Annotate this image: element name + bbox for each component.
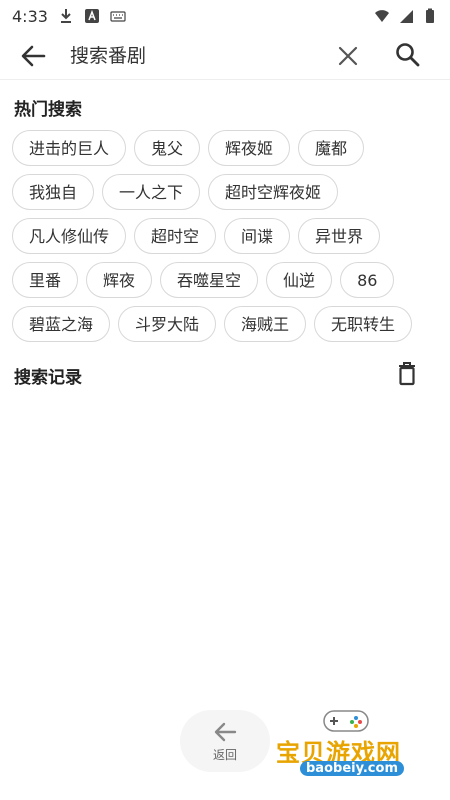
hot-search-tag[interactable]: 吞噬星空 bbox=[160, 262, 259, 298]
hot-search-tag[interactable]: 魔都 bbox=[298, 130, 365, 166]
hot-search-tag[interactable]: 仙逆 bbox=[266, 262, 333, 298]
hot-search-tag[interactable]: 里番 bbox=[12, 262, 79, 298]
battery-icon bbox=[426, 8, 434, 23]
arrow-left-icon[interactable] bbox=[18, 42, 48, 70]
tag-row: 我独自 一人之下 超时空辉夜姬 bbox=[12, 174, 442, 210]
return-label: 返回 bbox=[212, 748, 237, 762]
wifi-icon bbox=[375, 10, 389, 22]
hot-search-tag[interactable]: 我独自 bbox=[12, 174, 95, 210]
search-input[interactable] bbox=[70, 40, 320, 72]
status-left: 4:33 bbox=[12, 7, 126, 26]
hot-search-tag[interactable]: 间谍 bbox=[224, 218, 291, 254]
hot-search-tag[interactable]: 海贼王 bbox=[224, 306, 307, 342]
watermark-domain: baobeiy.com bbox=[300, 761, 404, 776]
search-icon[interactable] bbox=[394, 41, 422, 69]
hot-search-tag[interactable]: 斗罗大陆 bbox=[118, 306, 217, 342]
arrow-left-icon bbox=[214, 722, 237, 742]
status-bar: 4:33 bbox=[0, 0, 450, 32]
hot-search-title: 热门搜索 bbox=[14, 100, 82, 120]
tag-row: 碧蓝之海 斗罗大陆 海贼王 无职转生 bbox=[12, 306, 442, 342]
signal-icon bbox=[400, 10, 413, 23]
hot-search-tag[interactable]: 凡人修仙传 bbox=[12, 218, 127, 254]
trash-icon[interactable] bbox=[396, 360, 418, 386]
search-bar bbox=[0, 32, 450, 80]
hot-search-tag[interactable]: 超时空辉夜姬 bbox=[208, 174, 339, 210]
hot-search-tag[interactable]: 无职转生 bbox=[314, 306, 413, 342]
tag-row: 进击的巨人 鬼父 辉夜姬 魔都 bbox=[12, 130, 442, 166]
status-time: 4:33 bbox=[12, 6, 48, 26]
download-icon bbox=[60, 9, 71, 23]
hot-search-tag[interactable]: 进击的巨人 bbox=[12, 130, 127, 166]
hot-search-tag[interactable]: 鬼父 bbox=[134, 130, 201, 166]
a-badge-icon bbox=[84, 9, 99, 23]
hot-search-tag[interactable]: 86 bbox=[340, 262, 395, 298]
hot-search-tag[interactable]: 一人之下 bbox=[102, 174, 201, 210]
hot-search-tags: 进击的巨人 鬼父 辉夜姬 魔都 我独自 一人之下 超时空辉夜姬 凡人修仙传 超时… bbox=[12, 130, 442, 350]
hot-search-tag[interactable]: 异世界 bbox=[298, 218, 381, 254]
hot-search-tag[interactable]: 辉夜 bbox=[86, 262, 153, 298]
search-history-title: 搜索记录 bbox=[14, 368, 82, 388]
return-button[interactable]: 返回 bbox=[180, 710, 270, 772]
close-icon[interactable] bbox=[334, 42, 362, 70]
hot-search-tag[interactable]: 超时空 bbox=[134, 218, 217, 254]
status-right bbox=[374, 8, 438, 24]
tag-row: 里番 辉夜 吞噬星空 仙逆 86 bbox=[12, 262, 442, 298]
hot-search-tag[interactable]: 碧蓝之海 bbox=[12, 306, 111, 342]
gamepad-icon bbox=[323, 710, 369, 732]
tag-row: 凡人修仙传 超时空 间谍 异世界 bbox=[12, 218, 442, 254]
watermark-logo: 宝贝游戏网 baobeiy.com bbox=[270, 705, 420, 795]
keyboard-icon bbox=[110, 11, 126, 22]
hot-search-tag[interactable]: 辉夜姬 bbox=[208, 130, 291, 166]
